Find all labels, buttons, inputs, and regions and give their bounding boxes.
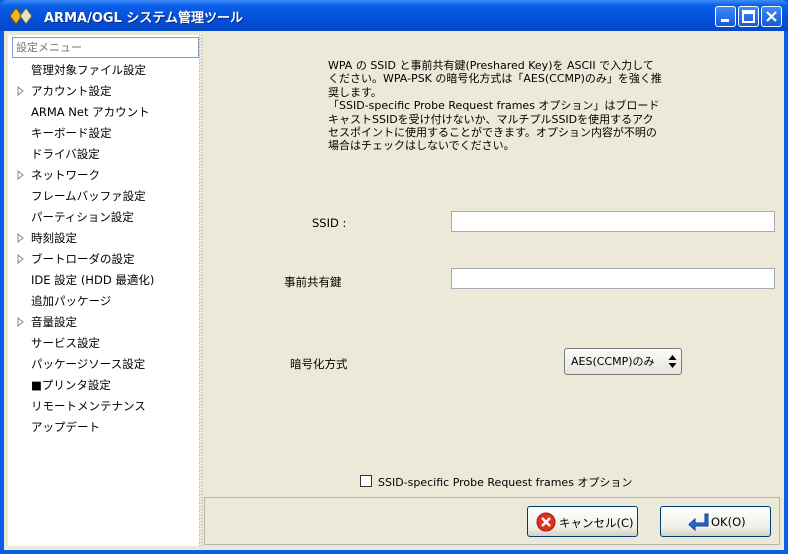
sidebar-item-label: ■プリンタ設定 (31, 378, 111, 392)
maximize-icon (742, 10, 755, 23)
expand-arrow-icon[interactable] (16, 254, 26, 264)
settings-menu-filter-input[interactable] (12, 37, 199, 58)
close-button[interactable] (761, 6, 782, 27)
instructions-line: 「SSID-specific Probe Request frames オプショ… (328, 99, 660, 113)
sidebar-item[interactable]: 追加パッケージ (8, 291, 198, 312)
sidebar-item-label: 管理対象ファイル設定 (31, 63, 146, 77)
sidebar-item[interactable]: 音量設定 (8, 312, 198, 333)
app-diamond-icon (9, 7, 33, 25)
expand-arrow-icon[interactable] (16, 317, 26, 327)
dialog-button-bar: キャンセル(C) OK(O) (204, 497, 780, 545)
sidebar-item[interactable]: パーティション設定 (8, 207, 198, 228)
sidebar-item-label: アカウント設定 (31, 84, 112, 98)
settings-menu-panel: 管理対象ファイル設定アカウント設定 ARMA Net アカウントキーボード設定ドラ… (8, 35, 200, 546)
sidebar-item-label: 音量設定 (31, 315, 77, 329)
sidebar-item[interactable]: ドライバ設定 (8, 144, 198, 165)
app-window: ARMA/OGL システム管理ツール 管理対象ファイル設定アカウント設定 ARMA… (0, 0, 788, 554)
settings-menu-list: 管理対象ファイル設定 アカウント設定 ARMA Net アカウント キーボード設定 ドラ… (8, 60, 198, 438)
expand-arrow-icon[interactable] (16, 233, 26, 243)
sidebar-item-label: ブートローダの設定 (31, 252, 135, 266)
sidebar-item[interactable]: ブートローダの設定 (8, 249, 198, 270)
cancel-button[interactable]: キャンセル(C) (527, 506, 638, 537)
encryption-select[interactable]: AES(CCMP)のみ (564, 348, 682, 375)
instructions-line: WPA の SSID と事前共有鍵(Preshared Key)を ASCII … (328, 59, 654, 72)
client-area: 管理対象ファイル設定アカウント設定 ARMA Net アカウントキーボード設定ドラ… (4, 31, 784, 550)
probe-request-option[interactable]: SSID-specific Probe Request frames オプション (360, 474, 632, 490)
expand-arrow-icon[interactable] (16, 86, 26, 96)
psk-label: 事前共有鍵 (284, 275, 342, 289)
sidebar-item[interactable]: ネットワーク (8, 165, 198, 186)
ssid-input[interactable] (451, 211, 775, 232)
sidebar-item-label: アップデート (31, 420, 100, 434)
sidebar-item[interactable]: アカウント設定 (8, 81, 198, 102)
probe-request-checkbox[interactable] (360, 475, 372, 487)
sidebar-item-label: 時刻設定 (31, 231, 77, 245)
sidebar-item[interactable]: アップデート (8, 417, 198, 438)
minimize-button[interactable] (715, 6, 736, 27)
spinner-arrows-icon (668, 355, 677, 368)
instructions-text: WPA の SSID と事前共有鍵(Preshared Key)を ASCII … (328, 59, 662, 153)
sidebar-item-label: ネットワーク (31, 168, 100, 182)
sidebar-item[interactable]: パッケージソース設定 (8, 354, 198, 375)
window-title: ARMA/OGL システム管理ツール (44, 11, 243, 26)
wifi-settings-panel: WPA の SSID と事前共有鍵(Preshared Key)を ASCII … (204, 35, 780, 492)
encryption-label: 暗号化方式 (290, 357, 348, 371)
cancel-button-label: キャンセル(C) (559, 516, 634, 530)
sidebar-item-label: パーティション設定 (31, 210, 134, 224)
sidebar-item-label: ARMA Net アカウント (31, 105, 150, 119)
ok-button-label: OK(O) (711, 515, 746, 529)
title-bar[interactable]: ARMA/OGL システム管理ツール (0, 0, 788, 31)
sidebar-item-label: キーボード設定 (31, 126, 112, 140)
sidebar-item[interactable]: 管理対象ファイル設定 (8, 60, 198, 81)
sidebar-item[interactable]: フレームバッファ設定 (8, 186, 198, 207)
sidebar-item[interactable]: IDE 設定 (HDD 最適化) (8, 270, 198, 291)
sidebar-item-label: フレームバッファ設定 (31, 189, 146, 203)
instructions-line: キャストSSIDを受け付けないか、マルチプルSSIDを使用するアク (328, 112, 654, 126)
sidebar-item[interactable]: ARMA Net アカウント (8, 102, 198, 123)
sidebar-item[interactable]: 時刻設定 (8, 228, 198, 249)
instructions-line: セスポイントに使用することができます。オプション内容が不明の (328, 126, 657, 140)
sidebar-item[interactable]: キーボード設定 (8, 123, 198, 144)
sidebar-item[interactable]: ■プリンタ設定 (8, 375, 198, 396)
ok-button[interactable]: OK(O) (660, 506, 771, 537)
sidebar-item[interactable]: サービス設定 (8, 333, 198, 354)
encryption-select-value: AES(CCMP)のみ (571, 355, 655, 368)
expand-arrow-icon[interactable] (16, 170, 26, 180)
ssid-label: SSID : (312, 216, 347, 230)
sidebar-item-label: 追加パッケージ (31, 294, 112, 308)
minimize-icon (721, 19, 729, 22)
instructions-line: ください。WPA-PSK の暗号化方式は「AES(CCMP)のみ」を強く推 (328, 72, 662, 86)
sidebar-item-label: パッケージソース設定 (31, 357, 146, 371)
preshared-key-input[interactable] (451, 268, 775, 289)
probe-request-option-label: SSID-specific Probe Request frames オプション (378, 476, 633, 489)
sidebar-item-label: ドライバ設定 (31, 147, 100, 161)
sidebar-item-label: サービス設定 (31, 336, 100, 350)
instructions-line: 場合はチェックはしないでください。 (328, 139, 515, 153)
close-icon (766, 11, 777, 22)
enter-arrow-icon (688, 513, 709, 532)
cancel-icon (536, 512, 556, 532)
sidebar-item-label: リモートメンテナンス (31, 399, 146, 413)
sidebar-item-label: IDE 設定 (HDD 最適化) (31, 273, 155, 287)
maximize-button[interactable] (738, 6, 759, 27)
instructions-line: 奨します。 (328, 85, 382, 99)
sidebar-item[interactable]: リモートメンテナンス (8, 396, 198, 417)
